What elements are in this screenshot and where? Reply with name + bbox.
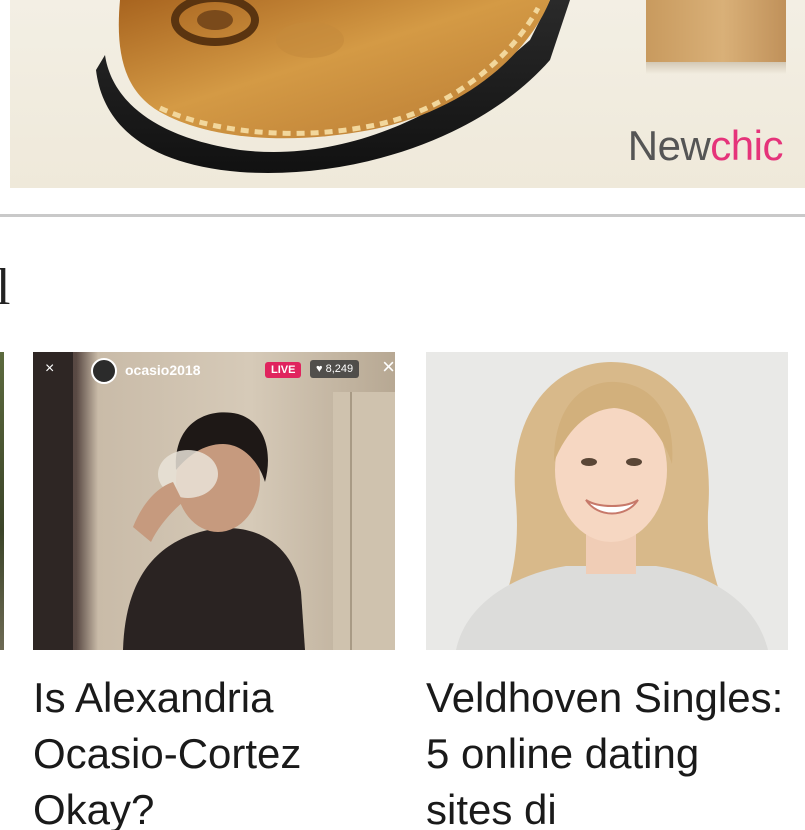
article-card[interactable]: Veldhoven Singles: 5 online dating sites…	[426, 352, 788, 830]
video-still-image	[33, 352, 395, 650]
partial-card-thumbnail[interactable]	[0, 352, 4, 650]
article-card[interactable]: × ocasio2018 LIVE ♥ 8,249 × Is Alexandri…	[33, 352, 395, 830]
overlay-username: ocasio2018	[125, 362, 201, 378]
brand-logo[interactable]: Newchic	[627, 122, 784, 170]
divider	[0, 214, 805, 217]
overlay-close-small-icon[interactable]: ×	[45, 360, 54, 378]
viewer-count: 8,249	[325, 363, 354, 375]
eye-icon: ♥	[316, 363, 326, 375]
brand-accent: chic	[710, 122, 783, 169]
card-title[interactable]: Veldhoven Singles: 5 online dating sites…	[426, 670, 788, 830]
card-title[interactable]: Is Alexandria Ocasio-Cortez Okay?	[33, 670, 395, 830]
live-badge: LIVE	[265, 362, 302, 378]
live-overlay-bar: × ocasio2018 LIVE ♥ 8,249 ×	[33, 352, 395, 392]
ad-banner[interactable]: Newchic	[10, 0, 805, 188]
section-title: l	[0, 259, 11, 316]
page: Newchic l × ocasio2018 LIVE ♥ 8,249 × Is…	[0, 0, 805, 830]
avatar	[91, 358, 117, 384]
brand-prefix: New	[627, 122, 711, 169]
overlay-close-icon[interactable]: ×	[382, 356, 395, 378]
product-box	[646, 0, 786, 62]
portrait-image	[426, 352, 788, 650]
shoe-image	[96, 0, 570, 174]
card-thumbnail[interactable]	[426, 352, 788, 650]
card-thumbnail[interactable]: × ocasio2018 LIVE ♥ 8,249 ×	[33, 352, 395, 650]
viewer-count-badge: ♥ 8,249	[310, 360, 360, 378]
product-box-shadow	[646, 62, 786, 74]
